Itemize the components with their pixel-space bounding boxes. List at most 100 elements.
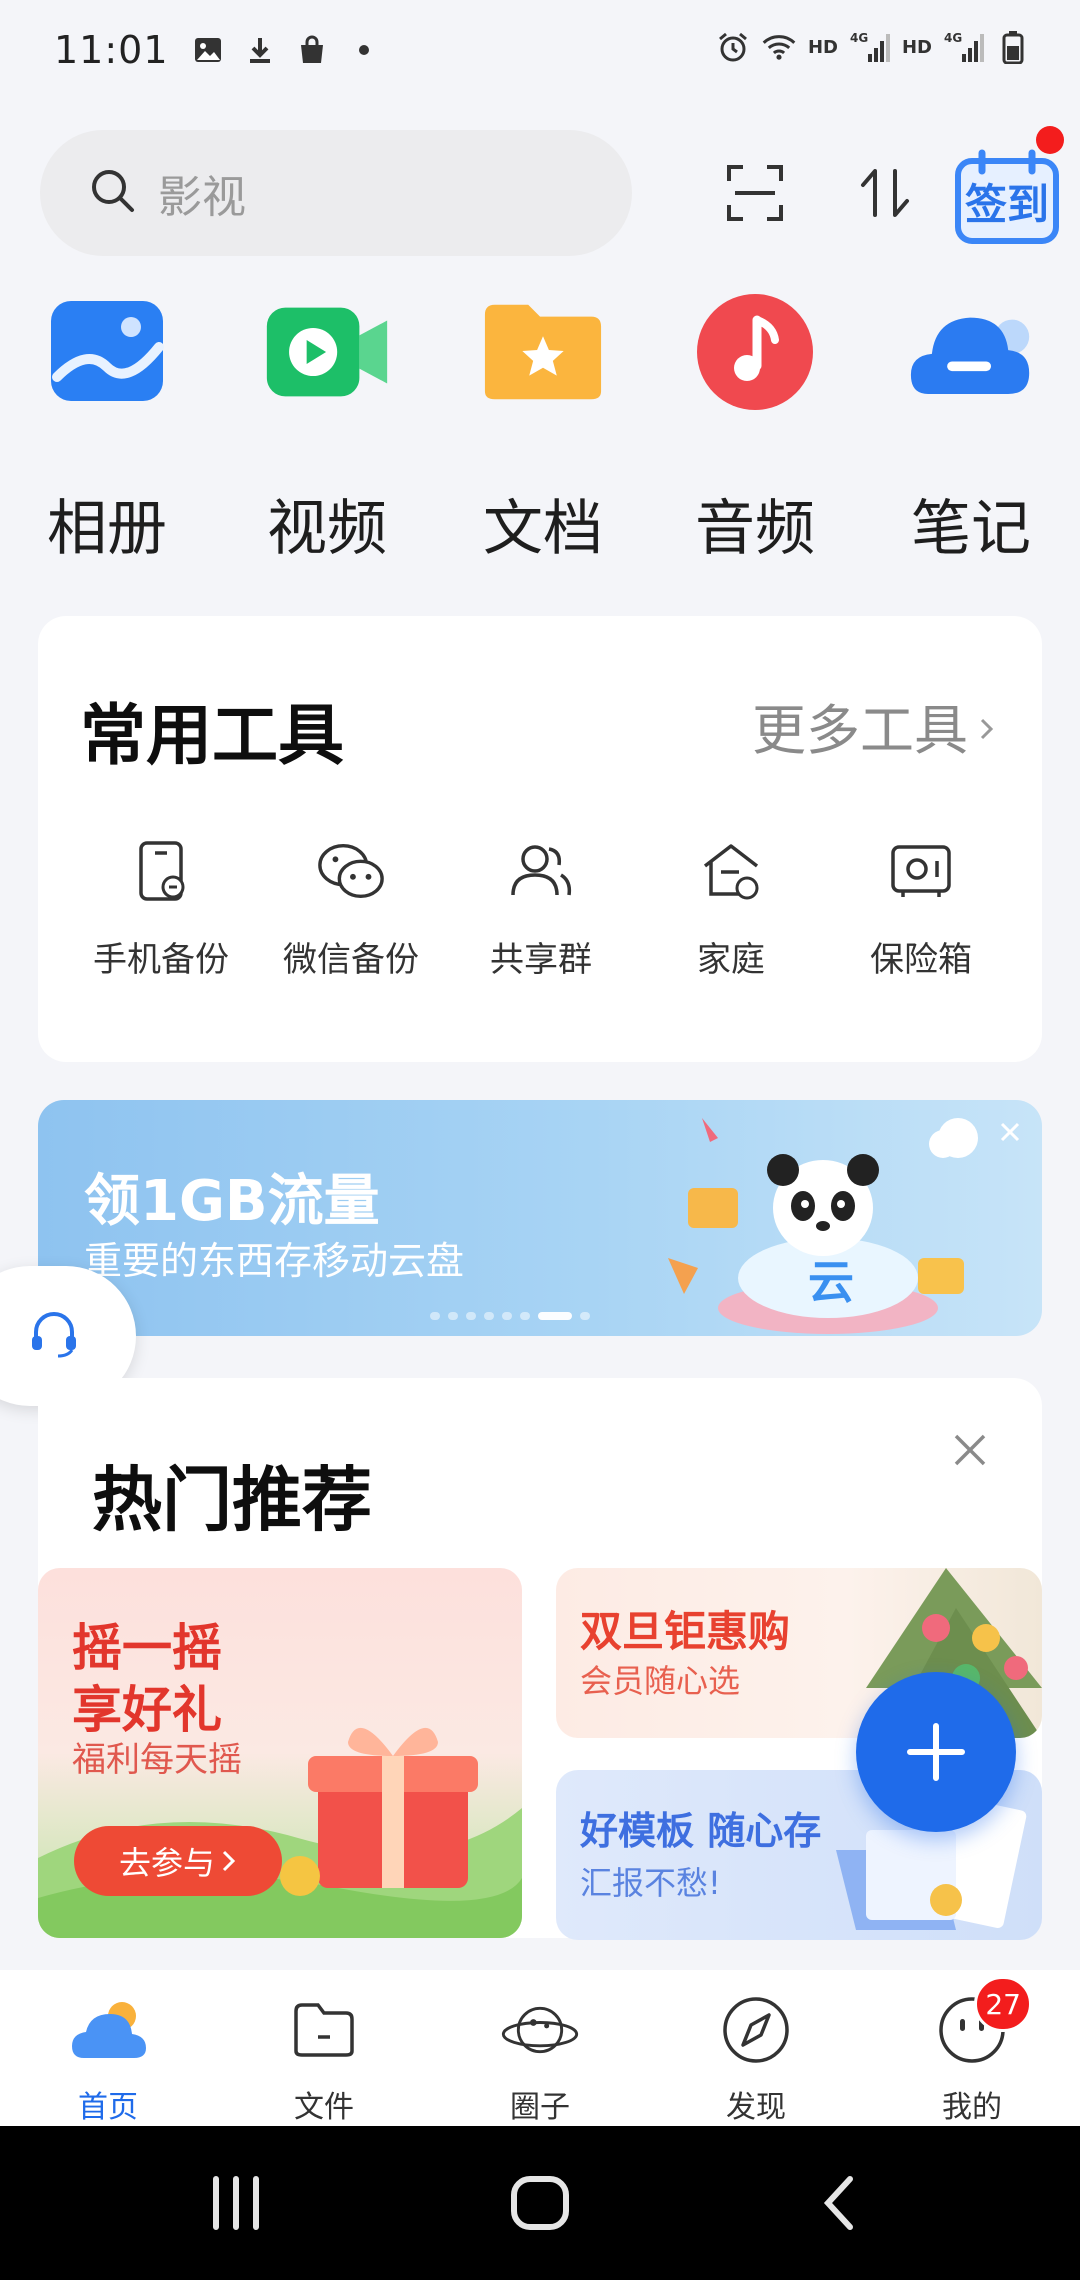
file-folder-icon	[284, 1990, 364, 2070]
back-icon	[823, 2176, 853, 2230]
add-button[interactable]	[856, 1672, 1016, 1832]
tool-share-group[interactable]: 共享群	[446, 836, 636, 981]
signal-icon: 4G	[850, 30, 890, 64]
tool-safe[interactable]: 保险箱	[826, 836, 1016, 981]
template-subtitle: 汇报不愁!	[580, 1864, 721, 1902]
tool-label: 手机备份	[93, 940, 229, 980]
home-icon	[511, 2176, 569, 2230]
pagination-dot	[466, 1312, 476, 1320]
nav-label: 圈子	[510, 2090, 570, 2125]
pagination-dot	[520, 1312, 530, 1320]
scan-icon[interactable]	[712, 150, 798, 236]
tool-label: 共享群	[490, 940, 592, 980]
pagination-dot-active	[538, 1312, 572, 1320]
nav-files[interactable]: 文件	[254, 1990, 394, 2126]
notification-badge: 27	[974, 1976, 1032, 2032]
dot-icon	[347, 33, 381, 67]
promo-shake[interactable]: 摇一摇 享好礼 福利每天摇 去参与	[38, 1568, 522, 1938]
shake-subtitle: 福利每天摇	[72, 1740, 242, 1780]
video-icon	[265, 290, 389, 414]
hd-indicator: HD	[807, 36, 838, 58]
home-weather-icon	[68, 1990, 148, 2070]
status-system-icons: HD 4G HD 4G	[716, 30, 1030, 64]
hd-indicator: HD	[901, 36, 932, 58]
nav-profile[interactable]: 27 我的	[902, 1976, 1042, 2126]
back-button[interactable]	[800, 2170, 880, 2236]
music-icon	[693, 290, 817, 414]
app-video[interactable]: 视频	[252, 290, 402, 567]
chevron-right-icon	[978, 694, 996, 757]
tool-label: 保险箱	[870, 940, 972, 980]
share-group-icon	[506, 836, 576, 906]
image-icon	[191, 33, 225, 67]
pagination-dot	[430, 1312, 440, 1320]
deal-title: 双旦钜惠购	[580, 1607, 791, 1656]
svg-text:云: 云	[808, 1255, 854, 1309]
hot-close-button[interactable]	[940, 1420, 1000, 1480]
nav-label: 发现	[726, 2090, 786, 2125]
pagination-dot	[502, 1312, 512, 1320]
banner-subtitle: 重要的东西存移动云盘	[84, 1239, 465, 1283]
search-box[interactable]: 影视	[40, 130, 632, 256]
phone-backup-icon	[126, 836, 196, 906]
promo-banner[interactable]: 领1GB流量 重要的东西存移动云盘 云	[38, 1100, 1042, 1336]
tool-family[interactable]: 家庭	[636, 836, 826, 981]
system-nav-bar	[0, 2126, 1080, 2280]
app-note[interactable]: 笔记	[896, 290, 1046, 567]
chevron-right-icon	[222, 1850, 236, 1872]
nav-home[interactable]: 首页	[38, 1990, 178, 2126]
sign-in-badge	[1036, 126, 1064, 154]
pagination-dot	[580, 1312, 590, 1320]
app-label: 文档	[483, 494, 603, 564]
search-icon	[88, 166, 138, 220]
document-folder-icon	[481, 290, 605, 414]
planet-icon	[500, 1990, 580, 2070]
note-cloud-icon	[909, 290, 1033, 414]
tool-label: 家庭	[697, 940, 765, 980]
nav-circle[interactable]: 圈子	[470, 1990, 610, 2126]
tools-card: 常用工具 更多工具 手机备份 微信备份 共享群 家庭 保险箱	[38, 616, 1042, 1062]
app-album[interactable]: 相册	[32, 290, 182, 567]
family-icon	[696, 836, 766, 906]
nav-label: 我的	[942, 2090, 1002, 2125]
search-placeholder: 影视	[158, 172, 246, 223]
app-document[interactable]: 文档	[468, 290, 618, 567]
home-button[interactable]	[500, 2170, 580, 2236]
app-label: 音频	[695, 494, 815, 564]
plus-icon	[907, 1723, 965, 1781]
app-shortcuts: 相册 视频 文档 音频 笔记	[0, 290, 1080, 580]
headset-icon	[28, 1308, 80, 1364]
app-audio[interactable]: 音频	[680, 290, 830, 567]
more-tools-label: 更多工具	[752, 699, 968, 762]
tool-wechat-backup[interactable]: 微信备份	[256, 836, 446, 981]
battery-icon	[996, 30, 1030, 64]
banner-close-button[interactable]	[978, 1100, 1042, 1164]
more-tools-link[interactable]: 更多工具	[752, 686, 996, 765]
pagination-dot	[448, 1312, 458, 1320]
photo-album-icon	[45, 290, 169, 414]
recent-apps-button[interactable]	[196, 2170, 276, 2236]
join-button-label: 去参与	[118, 1844, 215, 1882]
tool-phone-backup[interactable]: 手机备份	[66, 836, 256, 981]
app-label: 视频	[267, 494, 387, 564]
tool-label: 微信备份	[283, 940, 419, 980]
join-button[interactable]: 去参与	[74, 1826, 282, 1896]
recent-apps-icon	[213, 2176, 259, 2230]
alarm-icon	[716, 30, 750, 64]
signal-icon: 4G	[944, 30, 984, 64]
bottom-nav: 首页 文件 圈子 发现 27 我的	[0, 1970, 1080, 2126]
sign-in-button[interactable]: 签到	[952, 142, 1062, 252]
app-label: 相册	[47, 494, 167, 564]
status-time: 11:01	[54, 28, 169, 72]
app-label: 笔记	[911, 494, 1031, 564]
download-icon	[243, 33, 277, 67]
svg-text:4G: 4G	[944, 31, 962, 45]
compass-icon	[716, 1990, 796, 2070]
svg-text:4G: 4G	[850, 31, 868, 45]
safe-icon	[886, 836, 956, 906]
nav-discover[interactable]: 发现	[686, 1990, 826, 2126]
status-bar: 11:01 HD 4G HD 4G	[0, 0, 1080, 100]
sort-icon[interactable]	[842, 150, 928, 236]
status-notification-icons	[191, 33, 381, 67]
banner-pagination	[430, 1312, 590, 1320]
